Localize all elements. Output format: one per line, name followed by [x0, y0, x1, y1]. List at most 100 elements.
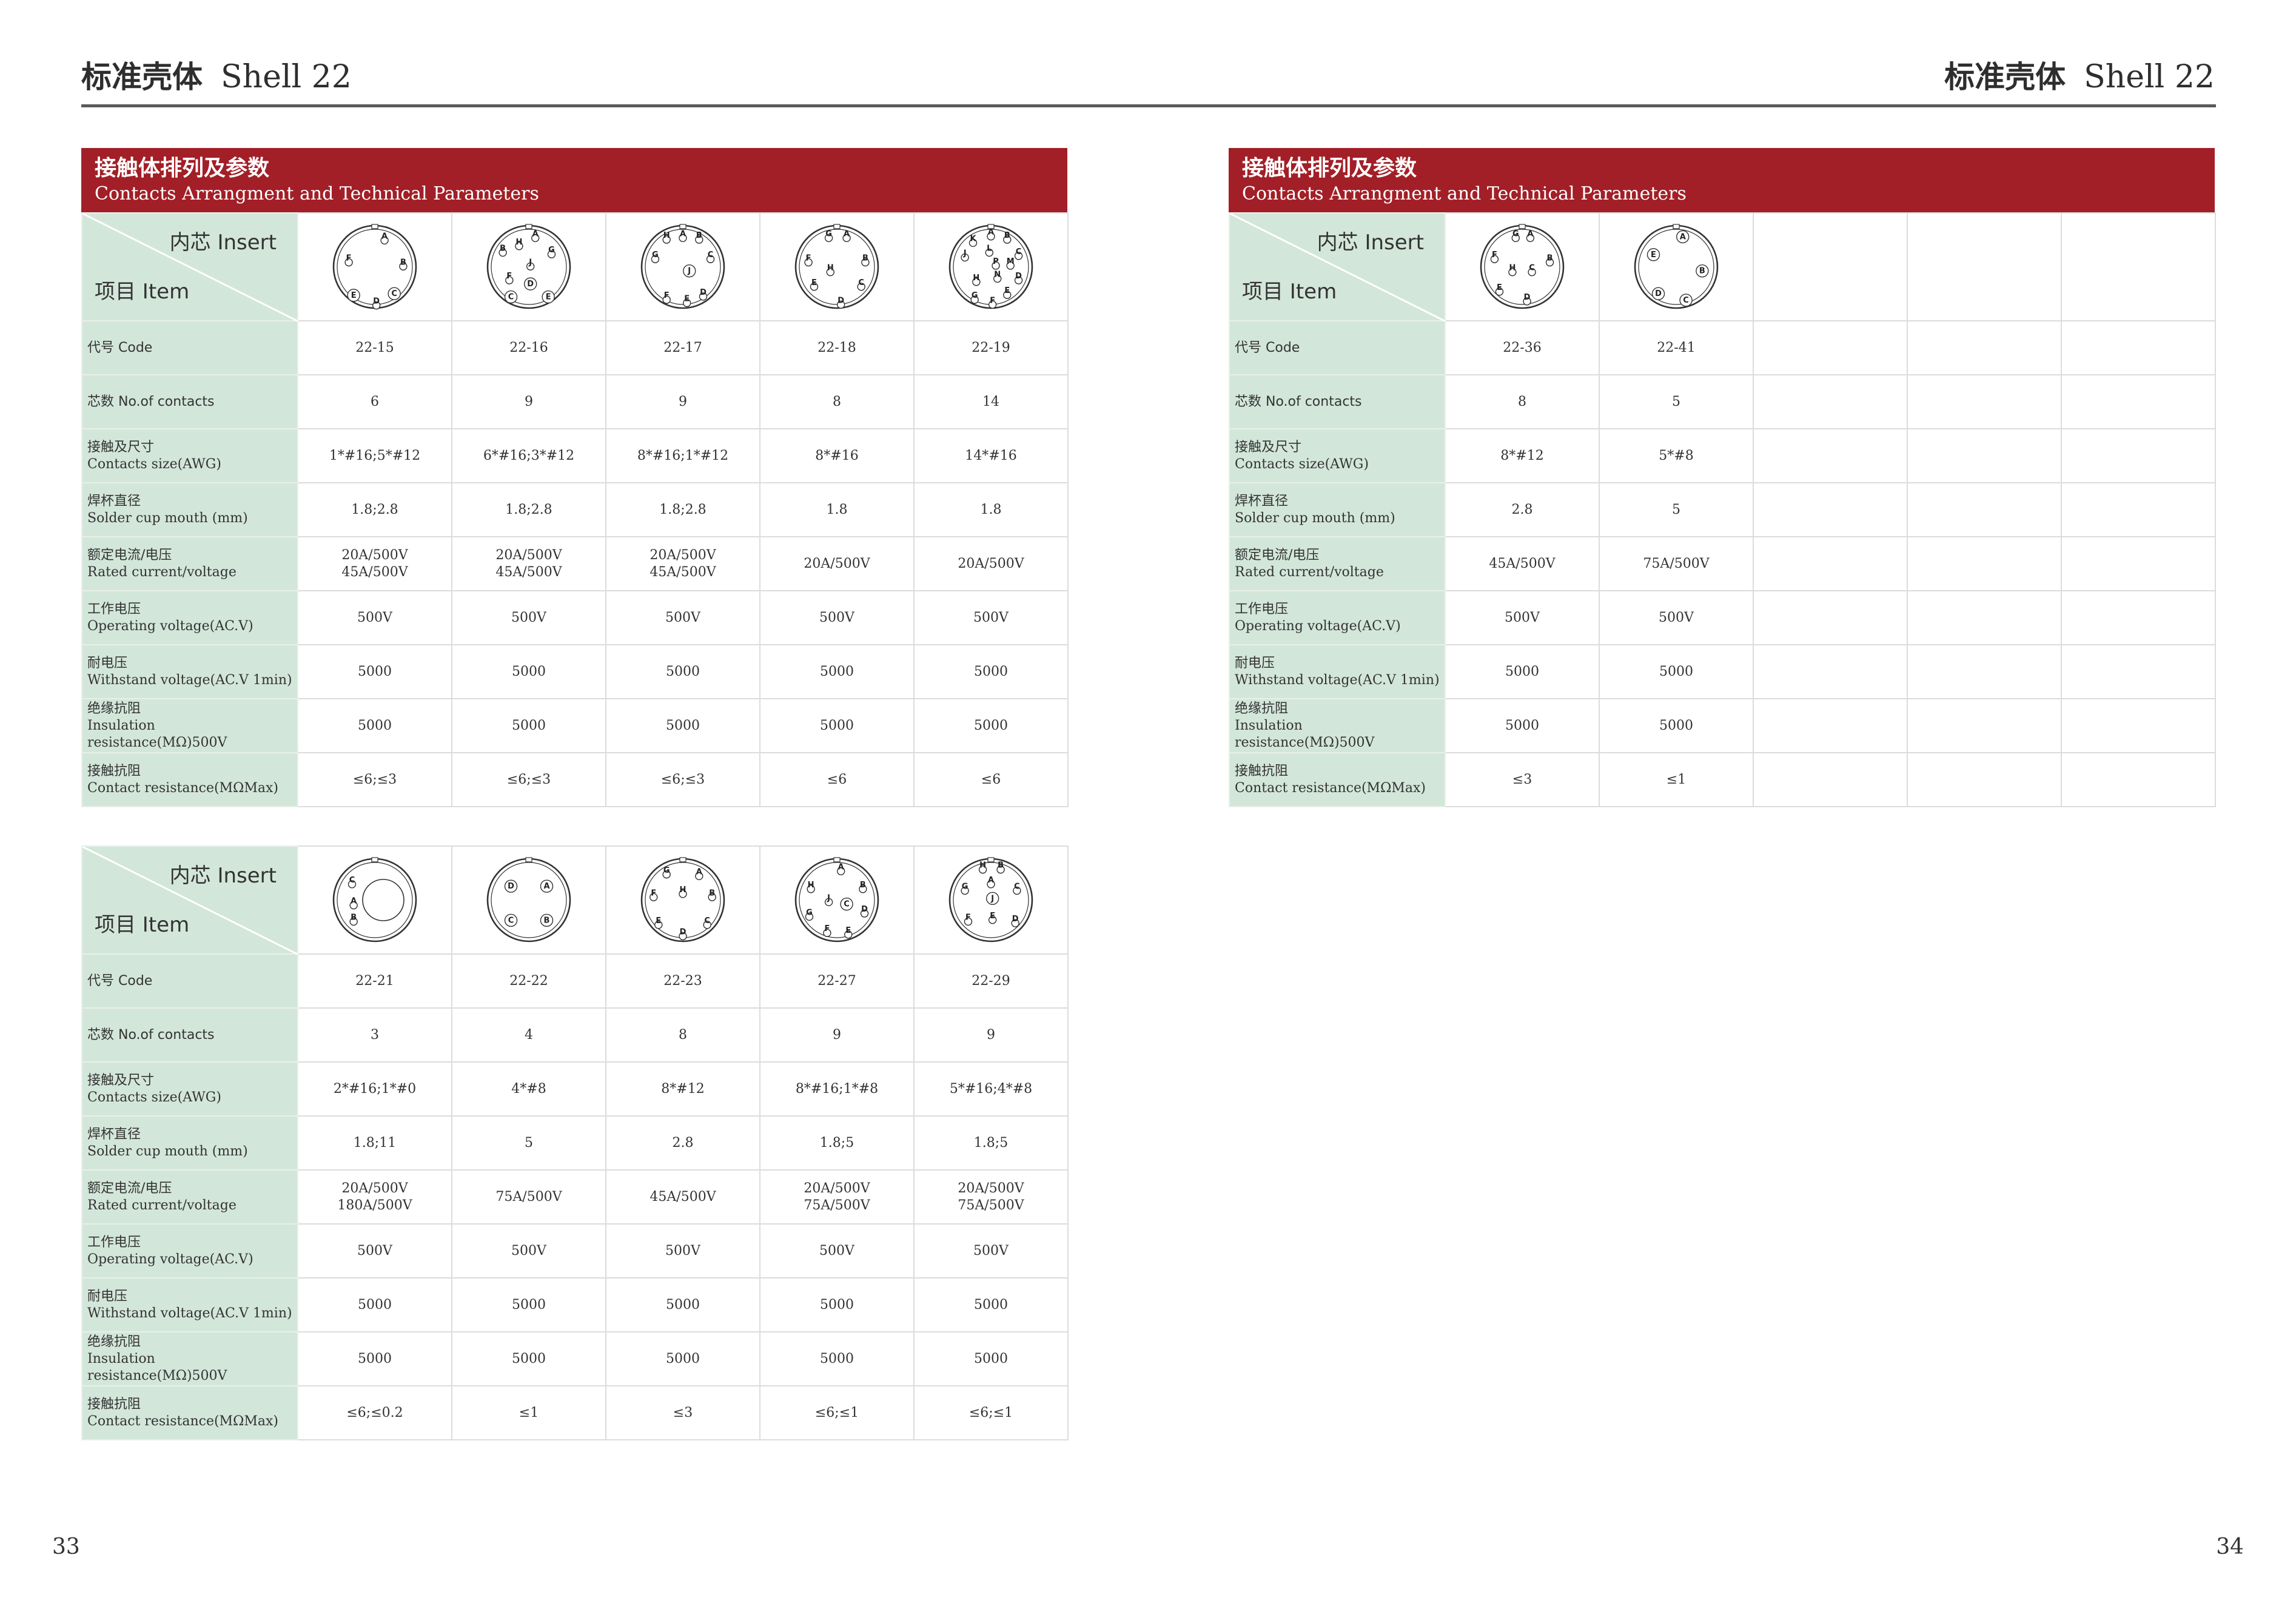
header-title-en: Shell 22: [221, 59, 352, 95]
contact-pin-label: F: [824, 924, 830, 933]
cell-op: 500V: [297, 1223, 452, 1279]
contact-pin-label: F: [664, 291, 670, 300]
row-label-cn: 代号 Code: [1235, 340, 1300, 355]
contact-pin-label: F: [806, 254, 811, 263]
corner-label-item: 项目 Item: [1242, 280, 1337, 304]
row-label-cn: 接触抗阻: [87, 763, 141, 779]
row-label-rated: 额定电流/电压 Rated current/voltage: [81, 536, 298, 591]
cell-withstand: [2061, 644, 2216, 699]
cell-cup: 2.8: [1445, 482, 1600, 537]
cell-op: 500V: [759, 1223, 915, 1279]
contact-pin-label: J: [990, 894, 994, 903]
row-label-cn: 额定电流/电压: [1235, 547, 1320, 563]
cell-withstand: 5000: [913, 1277, 1069, 1332]
row-label-cn: 接触抗阻: [1235, 763, 1289, 779]
row-label-op: 工作电压 Operating voltage(AC.V): [81, 590, 298, 645]
cell-insulation: [1753, 698, 1908, 753]
contact-pin-label: D: [700, 288, 707, 297]
table-row-cup: 焊杯直径 Solder cup mouth (mm) 1.8;2.8 1.8;2.8 1…: [81, 482, 1069, 537]
cell-withstand: 5000: [451, 1277, 606, 1332]
cell-contact_res: [2061, 752, 2216, 807]
contact-pin-label: H: [973, 274, 979, 283]
contact-pin-label: L: [987, 244, 992, 254]
row-label-en: Insulation resistance(MΩ)500V: [1235, 717, 1375, 750]
banner-title-cn: 接触体排列及参数: [1242, 156, 1417, 181]
row-label-en: Operating voltage(AC.V): [1235, 618, 1401, 634]
cell-value-line: 75A/500V: [495, 1189, 562, 1205]
row-label-en: Contact resistance(MΩMax): [1235, 780, 1426, 796]
cell-insulation: 5000: [297, 698, 452, 753]
cell-op: 500V: [451, 1223, 606, 1279]
insert-diagram-svg: H B G AJ C F E D: [948, 857, 1033, 943]
cell-contacts: 14: [913, 374, 1069, 429]
contact-pin-label: P: [993, 257, 999, 266]
row-label-code: 代号 Code: [1229, 320, 1446, 375]
parameters-table: 内芯 Insert 项目 Item G A F B H C E D A E B D C 代号 Code 22-3…: [1229, 212, 2216, 807]
table-row-contacts: 芯数 No.of contacts 8 5: [1229, 374, 2216, 429]
cell-value-line: 20A/500V: [958, 556, 1024, 571]
row-label-en: Rated current/voltage: [87, 1197, 237, 1213]
cell-value-line: 20A/500V: [804, 1180, 870, 1196]
table-row-contact_res: 接触抗阻 Contact resistance(MΩMax) ≤6;≤3 ≤6;≤3 ≤…: [81, 752, 1069, 807]
header-title-cn: 标准壳体: [81, 59, 203, 95]
cell-size: 5*#16;4*#8: [913, 1061, 1069, 1117]
row-label-cn: 芯数 No.of contacts: [87, 1027, 215, 1043]
contact-pin-label: B: [351, 913, 357, 922]
contact-pin-label: G: [825, 229, 832, 238]
cell-value-line: 20A/500V: [341, 1180, 408, 1196]
cell-cup: [1907, 482, 2062, 537]
contact-pin-label: C: [391, 289, 397, 298]
row-label-cn: 焊杯直径: [1235, 493, 1289, 509]
contact-pin-label: A: [351, 897, 357, 906]
contact-pin-label: J: [963, 249, 967, 258]
table-row-contacts: 芯数 No.of contacts 6 9 9 8 14: [81, 374, 1069, 429]
row-label-cup: 焊杯直径 Solder cup mouth (mm): [81, 1115, 298, 1171]
cell-value-line: 45A/500V: [341, 564, 408, 580]
contact-pin-label: F: [651, 889, 656, 898]
insert-header-row: 内芯 Insert 项目 Item G A F B H C E D A E B D C: [1229, 212, 2216, 321]
cell-op: 500V: [759, 590, 915, 645]
cell-withstand: 5000: [1599, 644, 1754, 699]
contact-pin-label: A: [381, 232, 388, 241]
cell-withstand: 5000: [451, 644, 606, 699]
cell-size: 1*#16;5*#12: [297, 428, 452, 483]
contact-pin-label: D: [838, 296, 844, 305]
contact-pin-label: B: [1004, 231, 1010, 240]
table-row-contact_res: 接触抗阻 Contact resistance(MΩMax) ≤6;≤0.2 ≤1 ≤3…: [81, 1385, 1069, 1440]
table-row-op: 工作电压 Operating voltage(AC.V) 500V 500V 500V 5…: [81, 590, 1069, 645]
row-label-en: Withstand voltage(AC.V 1min): [87, 672, 292, 688]
insert-diagram-cell: K A B L C J PMN D H E G F: [913, 212, 1069, 321]
cell-value-line: 180A/500V: [337, 1197, 412, 1213]
contact-pin-label: A: [838, 862, 844, 872]
insert-diagram-svg: G A F H B E C D: [640, 857, 725, 943]
cell-insulation: 5000: [913, 698, 1069, 753]
cell-size: 4*#8: [451, 1061, 606, 1117]
row-label-cn: 接触及尺寸: [1235, 439, 1302, 455]
contact-pin-label: D: [680, 928, 686, 937]
banner-title-en: Contacts Arrangment and Technical Parame…: [95, 183, 539, 204]
section-banner: 接触体排列及参数 Contacts Arrangment and Technica…: [81, 148, 1067, 212]
banner-title-en: Contacts Arrangment and Technical Parame…: [1242, 183, 1687, 204]
contact-pin-label: G: [962, 882, 968, 892]
contact-pin-label: G: [652, 250, 659, 260]
cell-code: 22-29: [913, 953, 1069, 1009]
cell-op: [1907, 590, 2062, 645]
cell-code: 22-23: [605, 953, 760, 1009]
row-label-en: Rated current/voltage: [87, 564, 237, 580]
row-label-en: Insulation resistance(MΩ)500V: [87, 1351, 227, 1383]
cell-insulation: 5000: [759, 698, 915, 753]
corner-label-item: 项目 Item: [95, 280, 190, 304]
row-label-contacts: 芯数 No.of contacts: [81, 374, 298, 429]
cell-value-line: 45A/500V: [1489, 556, 1556, 571]
cell-op: [2061, 590, 2216, 645]
insert-diagram-cell: A F B E C D: [297, 212, 452, 321]
cell-code: 22-15: [297, 320, 452, 375]
cell-value-line: 20A/500V: [804, 556, 870, 571]
row-label-cn: 工作电压: [87, 601, 141, 617]
cell-cup: [2061, 482, 2216, 537]
cell-size: [2061, 428, 2216, 483]
contact-pin-label: H: [663, 231, 670, 240]
cell-insulation: 5000: [1445, 698, 1600, 753]
contact-pin-label: C: [349, 876, 355, 885]
insert-keyway: [679, 224, 686, 229]
